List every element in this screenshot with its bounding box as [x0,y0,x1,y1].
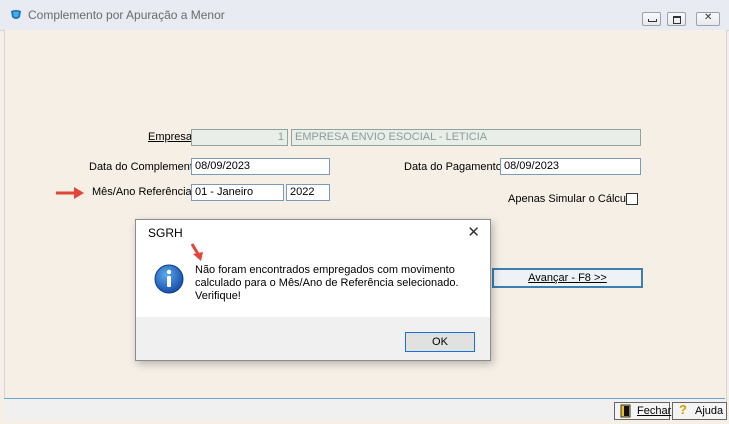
window-title: Complemento por Apuração a Menor [28,8,225,22]
close-window-button[interactable]: ✕ [696,12,720,26]
annotation-arrow-icon [56,187,84,199]
mes-field[interactable]: 01 - Janeiro [191,184,284,201]
data-pagamento-field[interactable]: 08/09/2023 [500,158,641,175]
ajuda-button[interactable]: ? Ajuda [672,402,727,420]
maximize-button[interactable] [667,12,686,26]
data-pagamento-label: Data do Pagamento [404,161,502,173]
data-complemento-label: Data do Complemento [89,161,200,173]
empresa-name-field[interactable]: EMPRESA ENVIO ESOCIAL - LETICIA [291,129,641,146]
title-bar: Complemento por Apuração a Menor ✕ [0,0,729,31]
advance-button[interactable]: Avançar - F8 >> [492,268,643,288]
empresa-label: Empresa [148,131,193,143]
ano-field[interactable]: 2022 [286,184,330,201]
minimize-button[interactable] [642,12,661,26]
fechar-button[interactable]: Fechar [614,402,671,420]
dialog-title: SGRH [148,226,183,240]
empresa-code-field[interactable]: 1 [191,129,288,146]
door-exit-icon [620,404,631,418]
mes-ano-label: Mês/Ano Referência [92,186,192,198]
info-icon [154,264,184,294]
maximize-icon [673,16,681,24]
ok-button[interactable]: OK [405,332,475,352]
dialog-message: Não foram encontrados empregados com mov… [195,264,459,302]
annotation-arrow-icon [190,243,203,261]
app-icon [11,10,21,19]
close-icon[interactable]: ✕ [467,223,480,241]
close-icon: ✕ [704,12,713,23]
help-icon: ? [679,402,687,417]
message-dialog: SGRH ✕ Não foram encontrados empregados … [135,219,491,361]
simular-label: Apenas Simular o Cálculo [508,193,635,205]
simular-checkbox[interactable] [626,193,638,205]
data-complemento-field[interactable]: 08/09/2023 [191,158,330,175]
main-window: Complemento por Apuração a Menor ✕ Empre… [0,0,729,424]
minimize-icon [648,19,657,22]
